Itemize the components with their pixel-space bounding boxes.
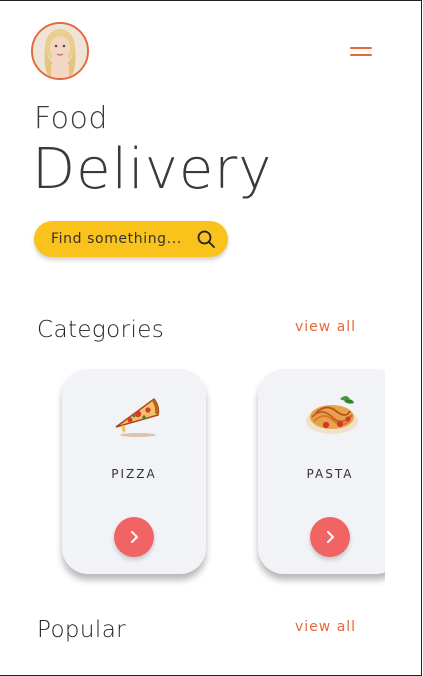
spaghetti-icon: [306, 396, 358, 434]
category-label: PASTA: [306, 467, 354, 481]
menu-line: [350, 54, 372, 56]
categories-heading: Categories: [37, 317, 165, 343]
categories-carousel[interactable]: PIZZA PASTA: [40, 367, 385, 589]
popular-view-all-link[interactable]: view all: [295, 619, 356, 635]
title-line-delivery: Delivery: [32, 137, 273, 202]
hamburger-menu-icon[interactable]: [350, 45, 374, 59]
title-line-food: Food: [34, 101, 108, 136]
categories-view-all-link[interactable]: view all: [295, 319, 356, 335]
category-open-button[interactable]: [310, 517, 350, 557]
chevron-right-icon: [131, 531, 138, 543]
app-screen: Food Delivery Find something... Categori…: [0, 0, 422, 676]
menu-line: [350, 47, 372, 49]
category-card-pizza[interactable]: PIZZA: [62, 369, 206, 574]
search-icon[interactable]: [197, 230, 215, 248]
category-card-pasta[interactable]: PASTA: [258, 369, 385, 574]
pizza-slice-icon: [115, 397, 160, 437]
popular-heading: Popular: [37, 617, 127, 643]
avatar-image: [33, 24, 87, 78]
search-placeholder: Find something...: [51, 231, 182, 247]
search-input[interactable]: Find something...: [34, 221, 228, 257]
category-open-button[interactable]: [114, 517, 154, 557]
user-avatar[interactable]: [31, 22, 89, 80]
category-label: PIZZA: [111, 467, 157, 481]
chevron-right-icon: [327, 531, 334, 543]
